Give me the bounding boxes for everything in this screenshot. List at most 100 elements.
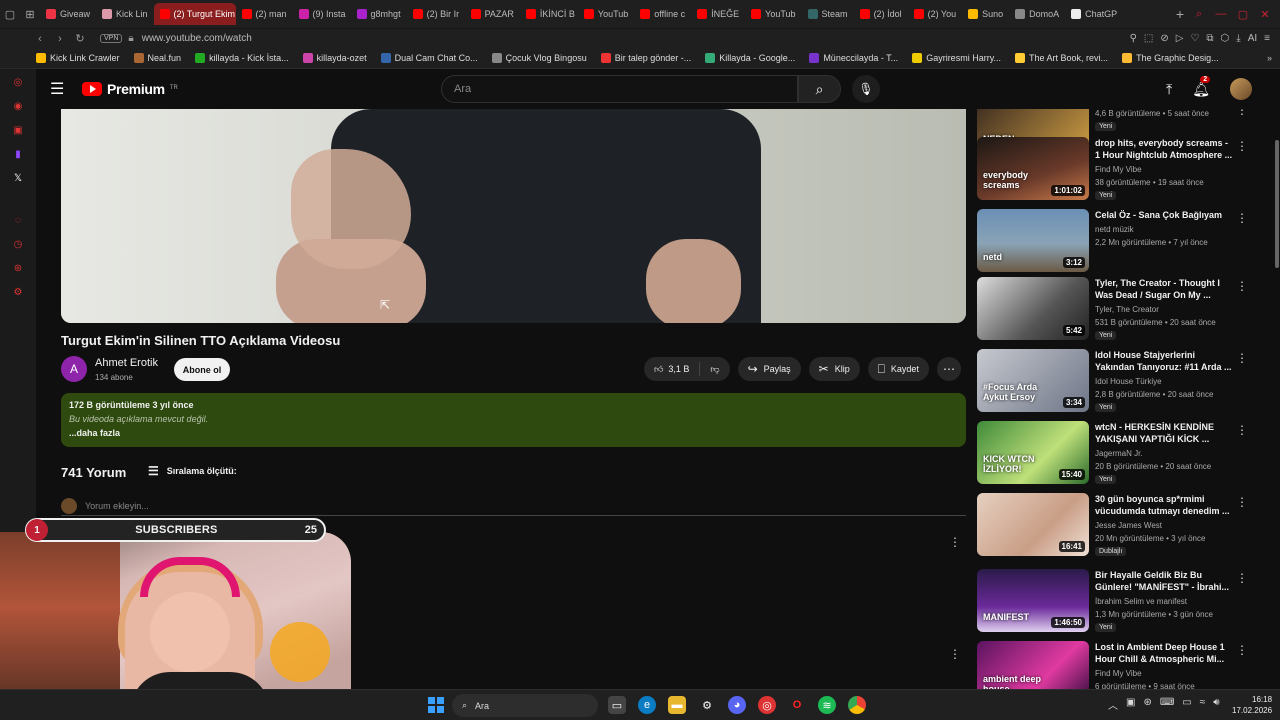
keyboard-icon[interactable]: ⌨ [1160, 697, 1174, 712]
screenshot-icon[interactable]: ⬚ [1144, 33, 1153, 44]
video-thumbnail[interactable]: 5:42 [977, 277, 1089, 340]
browser-tab[interactable]: (9) Insta [293, 3, 351, 25]
related-video-channel[interactable]: Find My Vibe [1095, 165, 1142, 174]
related-video-title[interactable]: Tyler, The Creator - Thought I Was Dead … [1095, 277, 1233, 301]
menu-icon[interactable]: ≡ [1264, 33, 1270, 44]
video-thumbnail[interactable]: ambient deep house [977, 641, 1089, 689]
discord-icon[interactable]: ◕ [728, 696, 746, 714]
related-video-item[interactable]: everybody screams 1:01:02 drop hits, every… [977, 137, 1272, 201]
new-tab-button[interactable]: + [1170, 6, 1190, 22]
related-video-item[interactable]: 16:41 30 gün boyunca sp*rmimi vücudumda t… [977, 493, 1272, 557]
browser-tab[interactable]: Giveaw [40, 3, 96, 25]
file-explorer-icon[interactable]: ▬ [668, 696, 686, 714]
search-tabs-icon[interactable]: ⌕ [1190, 8, 1208, 21]
related-video-title[interactable]: drop hits, everybody screams - 1 Hour Ni… [1095, 137, 1233, 161]
search-input[interactable]: Ara [441, 75, 798, 103]
video-options-icon[interactable]: ⋮ [1236, 279, 1248, 293]
bookmark-item[interactable]: The Art Book, revi... [1015, 53, 1108, 63]
start-button[interactable] [428, 697, 444, 713]
bookmark-item[interactable]: Kick Link Crawler [36, 53, 120, 63]
messenger-icon[interactable]: ◎ [11, 75, 25, 89]
related-video-title[interactable]: Bir Hayalle Geldik Biz Bu Günlere! "MANİ… [1095, 569, 1233, 593]
bookmark-icon[interactable]: ⧉ [1206, 33, 1213, 44]
browser-tab[interactable]: PAZAR [465, 3, 520, 25]
like-button[interactable]: 👍︎ 3,1 B [644, 357, 699, 381]
related-video-item[interactable]: #Focus Arda Aykut Ersoy 3:34 Idol House St… [977, 349, 1272, 413]
volume-icon[interactable]: 🔊︎ [1213, 697, 1219, 712]
bookmarks-overflow-icon[interactable]: » [1267, 53, 1280, 63]
save-button[interactable]: ⎕ Kaydet [867, 357, 929, 381]
video-options-icon[interactable]: ⋮ [1236, 109, 1248, 117]
ai-button[interactable]: AI [1248, 33, 1257, 44]
related-video-channel[interactable]: Tyler, The Creator [1095, 305, 1159, 314]
browser-tab[interactable]: Suno [962, 3, 1009, 25]
video-thumbnail[interactable]: #Focus Arda Aykut Ersoy 3:34 [977, 349, 1089, 412]
youtube-logo[interactable]: Premium TR [82, 81, 178, 97]
related-video-item[interactable]: 5:42 Tyler, The Creator - Thought I Was D… [977, 277, 1272, 341]
share-button[interactable]: ↪ Paylaş [737, 357, 801, 381]
bookmark-item[interactable]: The Graphic Desig... [1122, 53, 1219, 63]
lock-icon[interactable]: 🔒︎ [128, 33, 133, 44]
taskbar-search[interactable]: ⌕ Ara [452, 694, 598, 717]
bookmark-item[interactable]: Bir talep gönder -... [600, 53, 691, 63]
browser-tab[interactable]: DomoA [1009, 3, 1065, 25]
browser-tab[interactable]: Kick Lin [96, 3, 154, 25]
block-icon[interactable]: ⊘ [1160, 33, 1168, 44]
opera-icon[interactable]: O [788, 696, 806, 714]
video-thumbnail[interactable]: everybody screams 1:01:02 [977, 137, 1089, 200]
related-video-channel[interactable]: Jesse James West [1095, 521, 1162, 530]
related-video-item[interactable]: MANIFEST 1:46:50 Bir Hayalle Geldik Biz Bu… [977, 569, 1272, 633]
related-video-channel[interactable]: İbrahim Selim ve manifest [1095, 597, 1187, 606]
taskbar-clock[interactable]: 16:18 17.02.2026 [1232, 694, 1272, 716]
video-thumbnail[interactable]: MANIFEST 1:46:50 [977, 569, 1089, 632]
channel-name[interactable]: Ahmet Erotik [95, 357, 158, 369]
show-more-link[interactable]: ...daha fazla [69, 428, 958, 438]
pin-icon[interactable]: ⚲ [1130, 33, 1137, 44]
related-video-channel[interactable]: JagermaN Jr. [1095, 449, 1143, 458]
related-video-channel[interactable]: Idol House Türkiye [1095, 377, 1162, 386]
browser-tab[interactable]: (2) Bir Ir [407, 3, 465, 25]
browser-tab[interactable]: İNEĞE [691, 3, 745, 25]
related-video-title[interactable]: Celal Öz - Sana Çok Bağlıyam [1095, 209, 1233, 221]
browser-tab[interactable]: (2) man [236, 3, 293, 25]
settings-icon[interactable]: ⚙ [11, 285, 25, 299]
related-video-title[interactable]: wtcN - HERKESİN KENDİNE YAKIŞANI YAPTIĞI… [1095, 421, 1233, 445]
more-actions-button[interactable]: ⋯ [936, 357, 961, 381]
page-scrollbar[interactable] [1275, 140, 1279, 268]
related-video-channel[interactable]: netd müzik [1095, 225, 1134, 234]
monitor-icon[interactable]: ▭ [1182, 697, 1191, 712]
settings-app-icon[interactable]: ⚙ [698, 696, 716, 714]
x-icon[interactable]: 𝕏 [11, 171, 25, 185]
bookmark-item[interactable]: Dual Cam Chat Co... [380, 53, 478, 63]
close-button[interactable]: ✕ [1256, 8, 1274, 21]
channel-avatar[interactable]: A [61, 356, 87, 382]
bookmark-item[interactable]: killayda - Kick İsta... [195, 53, 289, 63]
browser-tab[interactable]: İKİNCİ B [520, 3, 578, 25]
related-video-item[interactable]: KICK WTCN İZLİYOR! 15:40 wtcN - HERKESİN K… [977, 421, 1272, 485]
whatsapp-icon[interactable]: ◉ [11, 99, 25, 113]
search-button[interactable]: ⌕ [798, 75, 841, 103]
dislike-button[interactable]: 👎︎ [700, 357, 729, 381]
comment-options-icon[interactable]: ⋮ [949, 647, 961, 661]
browser-tab[interactable]: offline c [634, 3, 691, 25]
workspaces-icon[interactable]: ⊞ [20, 0, 40, 29]
history-icon[interactable]: ◷ [11, 237, 25, 251]
browser-tab[interactable]: ChatGP [1065, 3, 1123, 25]
video-options-icon[interactable]: ⋮ [1236, 423, 1248, 437]
heart-icon[interactable]: ♡ [1190, 33, 1199, 44]
chrome-icon[interactable] [848, 696, 866, 714]
maximize-button[interactable]: ▢ [1234, 8, 1252, 21]
bookmark-item[interactable]: Müneccilayda - T... [809, 53, 898, 63]
related-video-title[interactable]: Lost in Ambient Deep House 1 Hour Chill … [1095, 641, 1233, 665]
video-options-icon[interactable]: ⋮ [1236, 351, 1248, 365]
add-comment-field[interactable]: Yorum ekleyin... [61, 496, 966, 516]
video-options-icon[interactable]: ⋮ [1236, 643, 1248, 657]
pinboard-icon[interactable]: ◌ [11, 213, 25, 227]
bookmark-item[interactable]: killayda-ozet [302, 53, 367, 63]
video-options-icon[interactable]: ⋮ [1236, 571, 1248, 585]
video-options-icon[interactable]: ⋮ [1236, 211, 1248, 225]
app-icon[interactable]: ◎ [758, 696, 776, 714]
browser-tab[interactable]: (2) İdol [854, 3, 908, 25]
related-video-title[interactable]: Idol House Stajyerlerini Yakından Tanıyo… [1095, 349, 1233, 373]
download-icon[interactable]: ⤓ [1236, 33, 1240, 44]
